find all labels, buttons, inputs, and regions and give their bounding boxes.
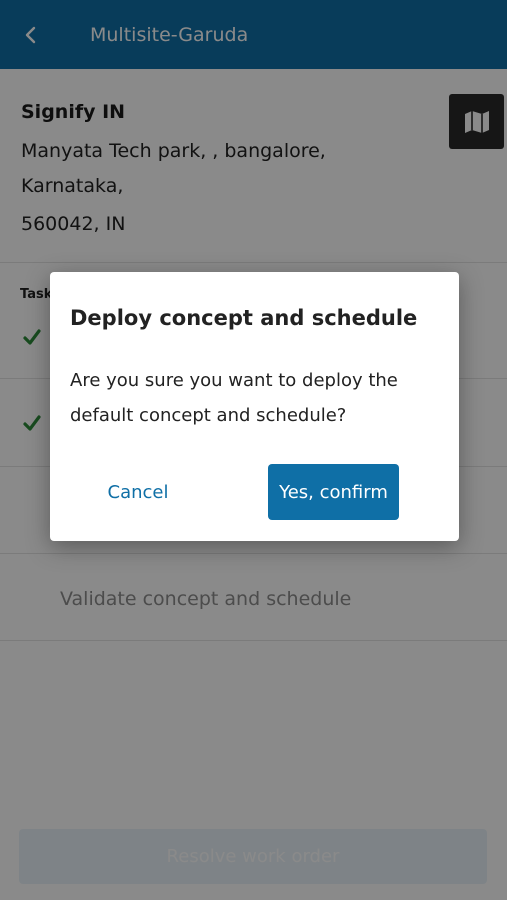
confirm-dialog: Deploy concept and schedule Are you sure… [50, 272, 459, 541]
confirm-button[interactable]: Yes, confirm [268, 464, 399, 520]
dialog-title: Deploy concept and schedule [70, 306, 418, 330]
dialog-message: Are you sure you want to deploy the defa… [70, 370, 398, 426]
cancel-button[interactable]: Cancel [90, 465, 186, 519]
